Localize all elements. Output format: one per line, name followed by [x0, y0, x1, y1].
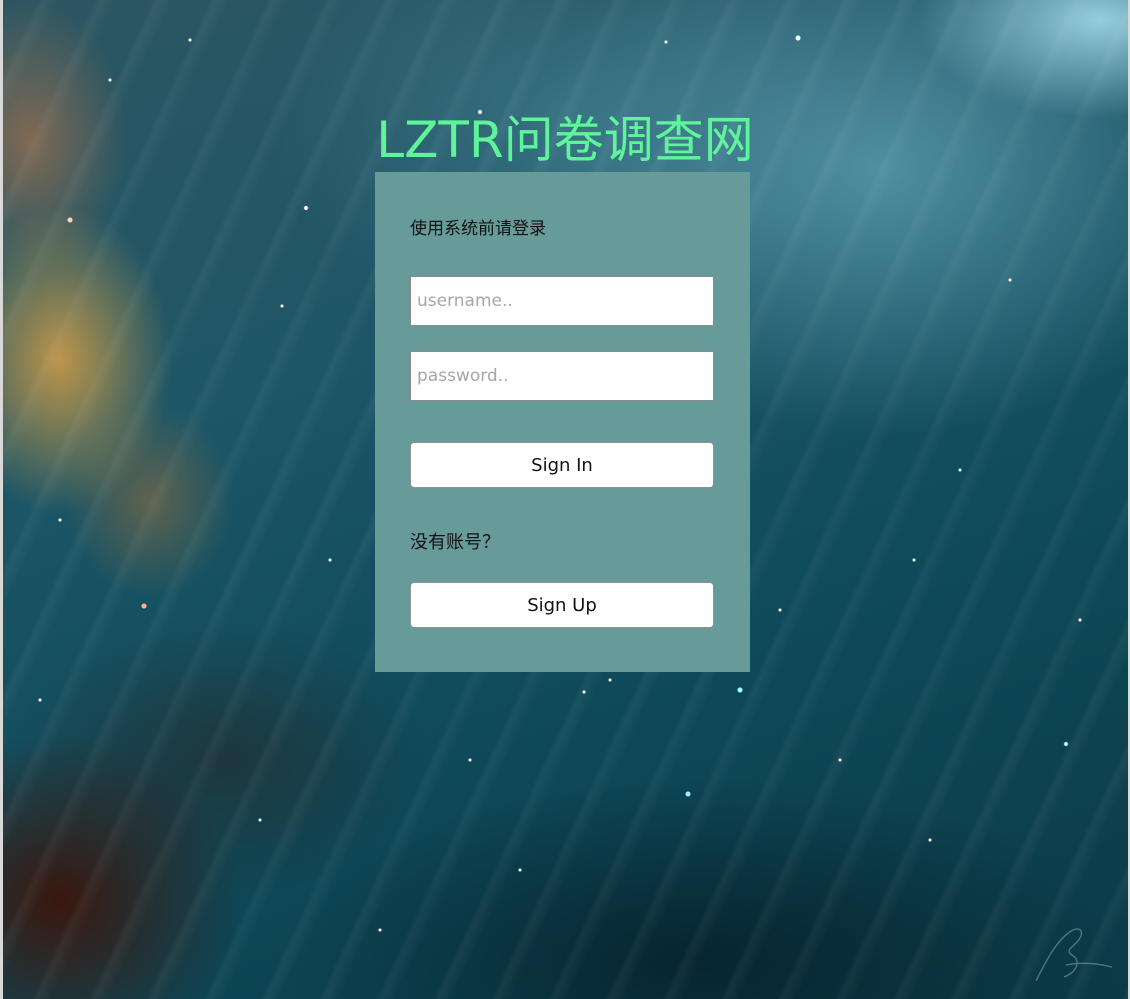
site-title: LZTR问卷调查网	[376, 111, 754, 169]
login-prompt: 使用系统前请登录	[410, 219, 546, 239]
main-content: LZTR问卷调查网 使用系统前请登录 Sign In 没有账号？ Sign Up	[0, 0, 1130, 999]
sign-up-button[interactable]: Sign Up	[410, 582, 714, 628]
username-input[interactable]	[410, 276, 714, 326]
sign-in-button[interactable]: Sign In	[410, 442, 714, 488]
login-page: LZTR问卷调查网 使用系统前请登录 Sign In 没有账号？ Sign Up	[0, 0, 1130, 999]
login-card: 使用系统前请登录 Sign In 没有账号？ Sign Up	[375, 172, 750, 672]
no-account-text: 没有账号？	[410, 532, 500, 553]
password-input[interactable]	[410, 351, 714, 401]
window-edge-left	[0, 0, 3, 999]
